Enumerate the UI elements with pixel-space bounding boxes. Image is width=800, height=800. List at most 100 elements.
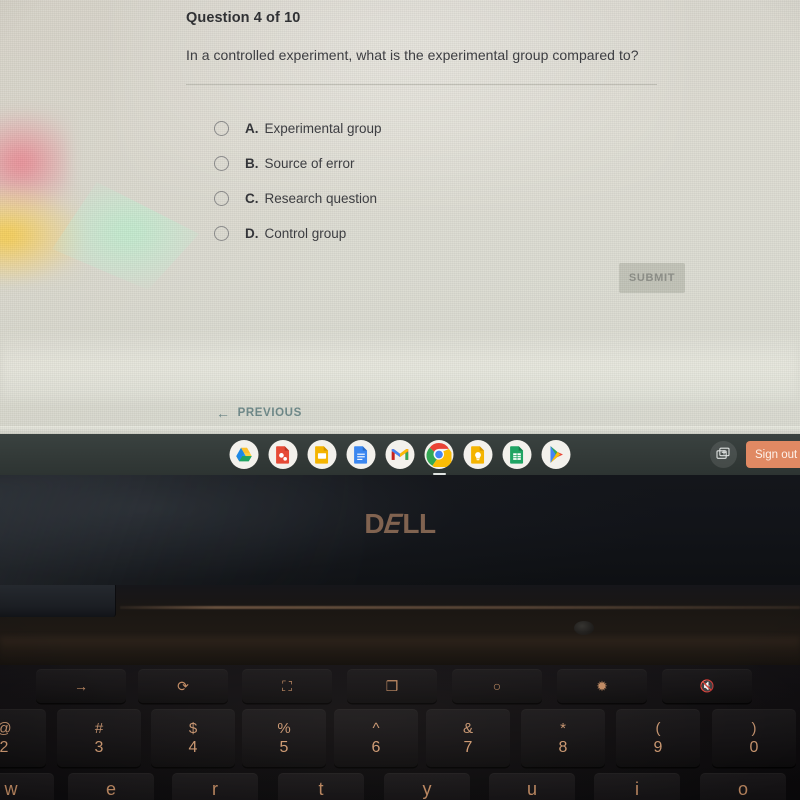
deck-rubber-foot: [574, 621, 594, 635]
google-docs-icon: [346, 440, 376, 469]
chrome-icon: [424, 440, 454, 469]
answer-option-d[interactable]: D. Control group: [186, 216, 666, 251]
shelf-item-google-slides[interactable]: [307, 440, 337, 469]
overview-icon: ❐: [385, 678, 399, 694]
screen-capture-icon: [716, 447, 730, 459]
shelf-item-play-store[interactable]: [541, 440, 571, 469]
key-4-number: 4: [188, 738, 198, 756]
keyboard-number-row: @ 2 # 3 $ 4 % 5 ^ 6 & 7: [0, 709, 800, 769]
key-overview[interactable]: ❐: [347, 669, 437, 703]
key-0-symbol: ): [751, 719, 757, 737]
key-forward[interactable]: →: [36, 669, 126, 703]
key-mute[interactable]: 🔇: [662, 669, 752, 703]
key-9-number: 9: [653, 738, 663, 756]
keyboard-function-row: → ⟳ ⛶ ❐ ○ ✹ 🔇: [0, 669, 800, 705]
key-4[interactable]: $ 4: [151, 709, 235, 767]
key-r-label: r: [212, 779, 218, 799]
screen-bottom-edge: [0, 426, 800, 434]
key-7[interactable]: & 7: [426, 709, 510, 767]
shelf-status-area: Sign out: [710, 434, 800, 475]
google-slides-icon: [307, 440, 337, 469]
play-store-icon: [541, 440, 571, 469]
mute-icon: 🔇: [699, 679, 715, 693]
shelf-item-google-docs-red[interactable]: [268, 440, 298, 469]
answer-option-b[interactable]: B. Source of error: [186, 146, 666, 181]
key-3-symbol: #: [94, 719, 104, 737]
key-w[interactable]: w: [0, 773, 54, 800]
key-6-number: 6: [371, 738, 381, 756]
deck-sheen: [0, 637, 800, 665]
shelf-item-gmail[interactable]: [385, 440, 415, 469]
key-e[interactable]: e: [68, 773, 154, 800]
laptop-deck: [0, 585, 800, 665]
key-0[interactable]: ) 0: [712, 709, 796, 767]
chromeos-shelf: Sign out: [0, 434, 800, 475]
google-docs-red-icon: [268, 440, 298, 469]
option-letter-b: B.: [245, 156, 259, 171]
google-keep-icon: [463, 440, 493, 469]
key-r[interactable]: r: [172, 773, 258, 800]
quiz-card: Question 4 of 10 In a controlled experim…: [186, 0, 685, 293]
key-8-number: 8: [558, 738, 568, 756]
screen-reflection-yellow: [0, 188, 84, 283]
key-reload[interactable]: ⟳: [138, 669, 228, 703]
forward-icon: →: [74, 678, 88, 694]
key-9[interactable]: ( 9: [616, 709, 700, 767]
key-5-symbol: %: [277, 719, 291, 737]
hinge-block: [0, 585, 116, 617]
shelf-item-google-sheets[interactable]: [502, 440, 532, 469]
radio-button-d[interactable]: [214, 226, 229, 241]
radio-button-c[interactable]: [214, 191, 229, 206]
laptop-photo: Question 4 of 10 In a controlled experim…: [0, 0, 800, 800]
radio-button-b[interactable]: [214, 156, 229, 171]
key-0-number: 0: [749, 738, 759, 756]
option-letter-a: A.: [245, 121, 259, 136]
shelf-item-google-docs[interactable]: [346, 440, 376, 469]
hinge-highlight: [120, 606, 800, 609]
option-text-a: Experimental group: [264, 121, 382, 136]
key-8-symbol: *: [560, 719, 566, 737]
key-5[interactable]: % 5: [242, 709, 326, 767]
key-8[interactable]: * 8: [521, 709, 605, 767]
option-letter-d: D.: [245, 226, 259, 241]
shelf-item-google-keep[interactable]: [463, 440, 493, 469]
laptop-screen: Question 4 of 10 In a controlled experim…: [0, 0, 800, 434]
brightness-up-icon: ✹: [596, 678, 608, 694]
key-3[interactable]: # 3: [57, 709, 141, 767]
key-2[interactable]: @ 2: [0, 709, 46, 767]
question-counter: Question 4 of 10: [186, 10, 301, 26]
shelf-item-chrome[interactable]: [424, 440, 454, 475]
laptop-bezel: DELL: [0, 475, 800, 585]
answer-option-a[interactable]: A. Experimental group: [186, 111, 666, 146]
shelf-item-google-drive[interactable]: [229, 440, 259, 469]
key-brightness-down[interactable]: ○: [452, 669, 542, 703]
key-i-label: i: [635, 779, 639, 799]
question-text: In a controlled experiment, what is the …: [186, 47, 639, 63]
google-sheets-icon: [502, 440, 532, 469]
key-i[interactable]: i: [594, 773, 680, 800]
key-e-label: e: [105, 779, 116, 799]
key-o[interactable]: o: [700, 773, 786, 800]
radio-button-a[interactable]: [214, 121, 229, 136]
previous-link[interactable]: ← PREVIOUS: [216, 406, 302, 420]
answer-options-list: A. Experimental group B. Source of error…: [186, 111, 666, 251]
submit-button[interactable]: SUBMIT: [619, 263, 685, 293]
dell-logo-ll: LL: [402, 508, 436, 539]
screen-reflection-pink: [0, 110, 70, 215]
key-brightness-up[interactable]: ✹: [557, 669, 647, 703]
key-9-symbol: (: [655, 719, 661, 737]
key-fullscreen[interactable]: ⛶: [242, 669, 332, 703]
key-6-symbol: ^: [372, 719, 380, 737]
keyboard-letter-row: w e r t y u i o: [0, 773, 800, 800]
key-t[interactable]: t: [278, 773, 364, 800]
sign-out-button[interactable]: Sign out: [746, 441, 800, 468]
dell-logo: DELL: [0, 508, 800, 540]
laptop-keyboard: → ⟳ ⛶ ❐ ○ ✹ 🔇 @ 2: [0, 665, 800, 800]
answer-option-c[interactable]: C. Research question: [186, 181, 666, 216]
key-u[interactable]: u: [489, 773, 575, 800]
key-6[interactable]: ^ 6: [334, 709, 418, 767]
option-text-b: Source of error: [264, 156, 355, 171]
screen-capture-button[interactable]: [710, 441, 737, 468]
key-5-number: 5: [279, 738, 289, 756]
key-y[interactable]: y: [384, 773, 470, 800]
